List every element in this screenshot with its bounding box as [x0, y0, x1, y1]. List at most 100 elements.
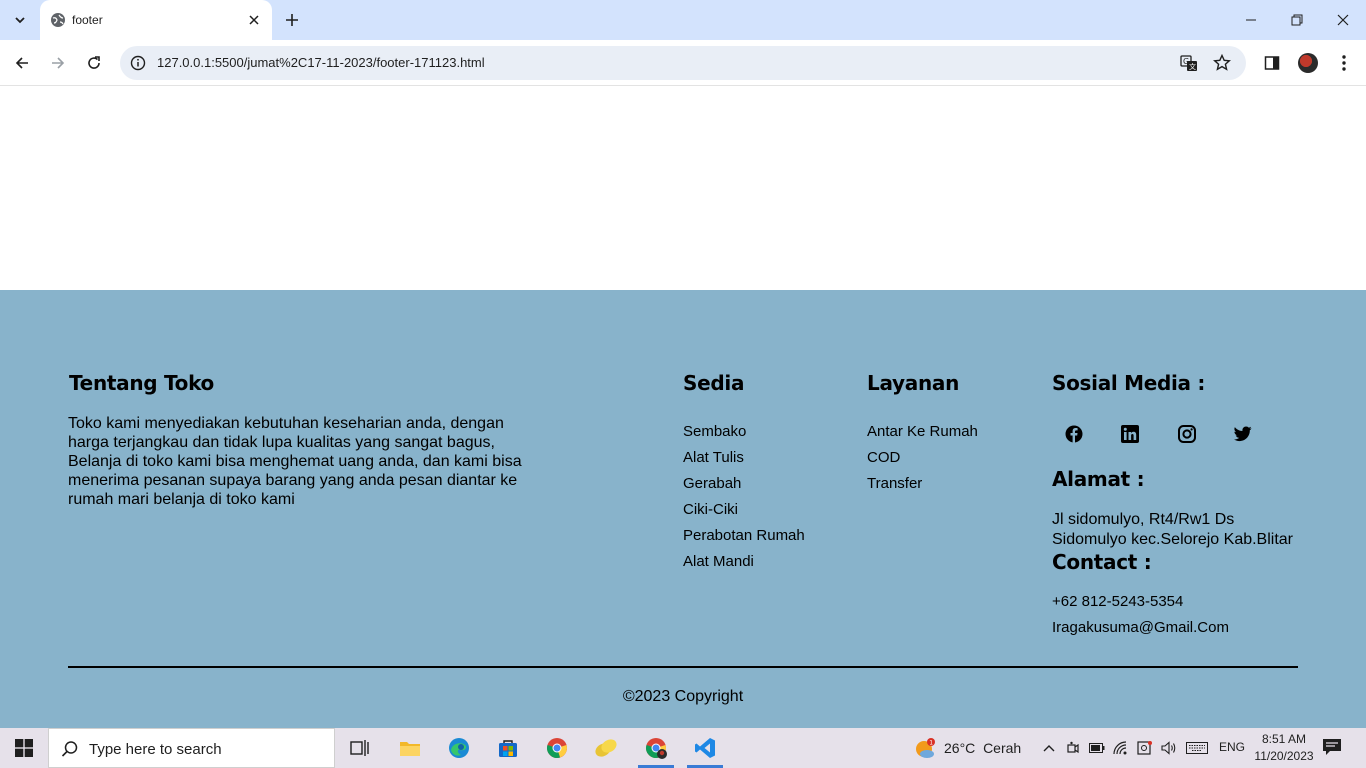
browser-tab[interactable]: footer: [40, 0, 272, 40]
search-icon: [61, 741, 78, 757]
arrow-right-icon: [52, 57, 65, 69]
restore-button[interactable]: [1274, 0, 1320, 40]
tray-app-icon: [1137, 741, 1152, 755]
sedia-link[interactable]: Perabotan Rumah: [683, 523, 805, 549]
instagram-icon[interactable]: [1177, 424, 1197, 444]
reload-icon: [88, 56, 100, 69]
chevron-up-icon: [1043, 745, 1055, 752]
tray-app[interactable]: [1135, 738, 1155, 758]
chrome-icon: [646, 738, 667, 759]
speaker-icon: [1161, 741, 1176, 755]
tab-close-button[interactable]: [246, 12, 262, 28]
language-indicator[interactable]: ENG: [1219, 740, 1245, 754]
star-icon[interactable]: [1213, 54, 1231, 72]
notification-center-button[interactable]: [1322, 738, 1344, 758]
linkedin-icon[interactable]: [1120, 424, 1140, 444]
start-button[interactable]: [0, 728, 48, 768]
sedia-heading: Sedia: [683, 371, 745, 395]
file-explorer-app[interactable]: [388, 728, 432, 768]
layanan-heading: Layanan: [867, 371, 960, 395]
about-heading: Tentang Toko: [69, 371, 214, 395]
forward-button[interactable]: [43, 48, 73, 78]
restore-icon: [1291, 14, 1303, 26]
svg-text:1: 1: [929, 739, 933, 746]
about-text: Toko kami menyediakan kebutuhan kesehari…: [68, 415, 522, 508]
store-app[interactable]: [486, 728, 530, 768]
profile-avatar[interactable]: [1298, 53, 1318, 73]
vscode-app[interactable]: [683, 728, 727, 768]
task-view-button[interactable]: [338, 728, 382, 768]
taskbar-clock[interactable]: 8:51 AM 11/20/2023: [1248, 731, 1320, 765]
weather-sun-cloud-icon: 1: [916, 738, 935, 758]
tab-search-button[interactable]: [6, 6, 34, 34]
sedia-link[interactable]: Ciki-Ciki: [683, 497, 805, 523]
folder-icon: [400, 742, 420, 756]
copyright-text: ©2023 Copyright: [622, 688, 744, 705]
sedia-link[interactable]: Alat Tulis: [683, 445, 805, 471]
sedia-link[interactable]: Sembako: [683, 419, 805, 445]
plus-icon: [286, 14, 298, 26]
back-button[interactable]: [7, 48, 37, 78]
sedia-list: Sembako Alat Tulis Gerabah Ciki-Ciki Per…: [683, 419, 805, 575]
windows-taskbar: Type here to search 1 26°C Cerah ENG 8:5…: [0, 728, 1366, 768]
reload-button[interactable]: [79, 48, 109, 78]
search-placeholder: Type here to search: [89, 741, 222, 758]
layanan-link[interactable]: COD: [867, 445, 978, 471]
sedia-link[interactable]: Alat Mandi: [683, 549, 805, 575]
address-text: Jl sidomulyo, Rt4/Rw1 Ds Sidomulyo kec.S…: [1052, 511, 1294, 548]
layanan-link[interactable]: Transfer: [867, 471, 978, 497]
sedia-link[interactable]: Gerabah: [683, 471, 805, 497]
contact-phone: +62 812-5243-5354: [1052, 593, 1184, 610]
tray-keyboard[interactable]: [1185, 738, 1209, 758]
svg-text:文: 文: [1189, 62, 1196, 71]
globe-icon: [51, 13, 65, 27]
chevron-down-icon: [15, 17, 25, 24]
chrome-icon: [547, 738, 567, 758]
weather-widget[interactable]: 1 26°C Cerah: [912, 736, 1042, 760]
layanan-link[interactable]: Antar Ke Rumah: [867, 419, 978, 445]
edge-browser-icon: [449, 738, 469, 758]
vscode-icon: [695, 738, 715, 758]
edge-app[interactable]: [437, 728, 481, 768]
weather-desc: Cerah: [983, 740, 1022, 756]
tray-battery[interactable]: [1087, 738, 1107, 758]
show-hidden-icons-button[interactable]: [1039, 738, 1059, 758]
address-bar[interactable]: 127.0.0.1:5500/jumat%2C17-11-2023/footer…: [120, 46, 1246, 80]
more-vertical-icon: [1342, 55, 1346, 71]
layanan-list: Antar Ke Rumah COD Transfer: [867, 419, 978, 497]
yellow-app-icon: [595, 739, 617, 757]
contact-heading: Contact :: [1052, 550, 1152, 574]
new-tab-button[interactable]: [278, 6, 306, 34]
browser-toolbar: 127.0.0.1:5500/jumat%2C17-11-2023/footer…: [0, 40, 1366, 86]
facebook-icon[interactable]: [1064, 424, 1084, 444]
clock-time: 8:51 AM: [1261, 732, 1307, 746]
chrome-profile-app[interactable]: [634, 728, 678, 768]
tab-title: footer: [72, 13, 103, 27]
wifi-icon: [1113, 741, 1127, 755]
twitter-icon[interactable]: [1233, 424, 1253, 444]
chrome-app[interactable]: [535, 728, 579, 768]
tray-meet-now[interactable]: [1063, 738, 1083, 758]
url-text[interactable]: 127.0.0.1:5500/jumat%2C17-11-2023/footer…: [157, 55, 485, 70]
clock-date: 11/20/2023: [1254, 749, 1314, 763]
keyboard-icon: [1186, 742, 1208, 754]
info-icon[interactable]: [130, 55, 146, 71]
browser-menu-button[interactable]: [1334, 53, 1354, 73]
contact-email[interactable]: Iragakusuma@Gmail.Com: [1052, 619, 1229, 636]
side-panel-icon: [1264, 56, 1280, 70]
taskbar-search-box[interactable]: Type here to search: [48, 728, 335, 768]
close-icon: [1337, 14, 1349, 26]
notification-icon: [1323, 739, 1341, 755]
tray-volume[interactable]: [1159, 738, 1179, 758]
windows-logo-icon: [15, 739, 33, 757]
translate-icon[interactable]: G文: [1180, 54, 1198, 72]
site-footer: Tentang Toko Toko kami menyediakan kebut…: [0, 290, 1366, 728]
close-icon: [249, 15, 259, 25]
side-panel-button[interactable]: [1262, 53, 1282, 73]
tray-network[interactable]: [1111, 738, 1131, 758]
pinned-app[interactable]: [584, 728, 628, 768]
close-window-button[interactable]: [1320, 0, 1366, 40]
camera-icon: [1067, 741, 1079, 754]
minimize-button[interactable]: [1228, 0, 1274, 40]
weather-text: 26°C Cerah: [944, 740, 1021, 756]
